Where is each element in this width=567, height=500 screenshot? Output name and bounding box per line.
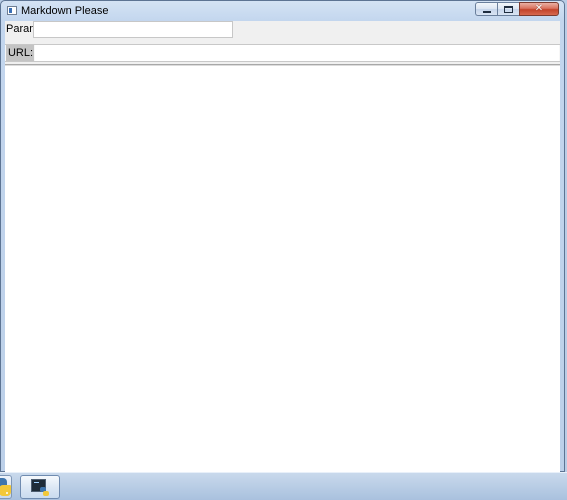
close-icon: ✕	[534, 3, 544, 14]
minimize-button[interactable]	[475, 2, 497, 16]
url-label: URL:	[7, 47, 33, 59]
minimize-icon	[482, 10, 491, 13]
url-input[interactable]	[35, 45, 559, 61]
markdown-content-pane[interactable]	[5, 65, 560, 472]
param-row: Param:	[5, 21, 560, 39]
caption-buttons: ✕	[475, 2, 559, 19]
title-bar[interactable]: Markdown Please ✕	[1, 1, 564, 21]
app-window: Markdown Please ✕ Param: URL:	[0, 0, 565, 472]
maximize-button[interactable]	[497, 2, 519, 16]
client-area: Param: URL:	[5, 21, 560, 472]
window-title: Markdown Please	[21, 5, 109, 17]
taskbar	[0, 472, 567, 500]
url-row: URL:	[5, 44, 560, 62]
python-terminal-icon	[31, 478, 49, 496]
close-button[interactable]: ✕	[519, 2, 559, 16]
python-icon	[0, 478, 11, 496]
taskbar-item-python[interactable]	[0, 475, 12, 499]
maximize-icon	[504, 5, 513, 13]
desktop-screen: Markdown Please ✕ Param: URL:	[0, 0, 567, 500]
param-input[interactable]	[33, 21, 233, 38]
app-window-icon[interactable]	[7, 6, 17, 15]
url-label-box: URL:	[6, 45, 34, 61]
taskbar-item-python-terminal[interactable]	[20, 475, 60, 499]
